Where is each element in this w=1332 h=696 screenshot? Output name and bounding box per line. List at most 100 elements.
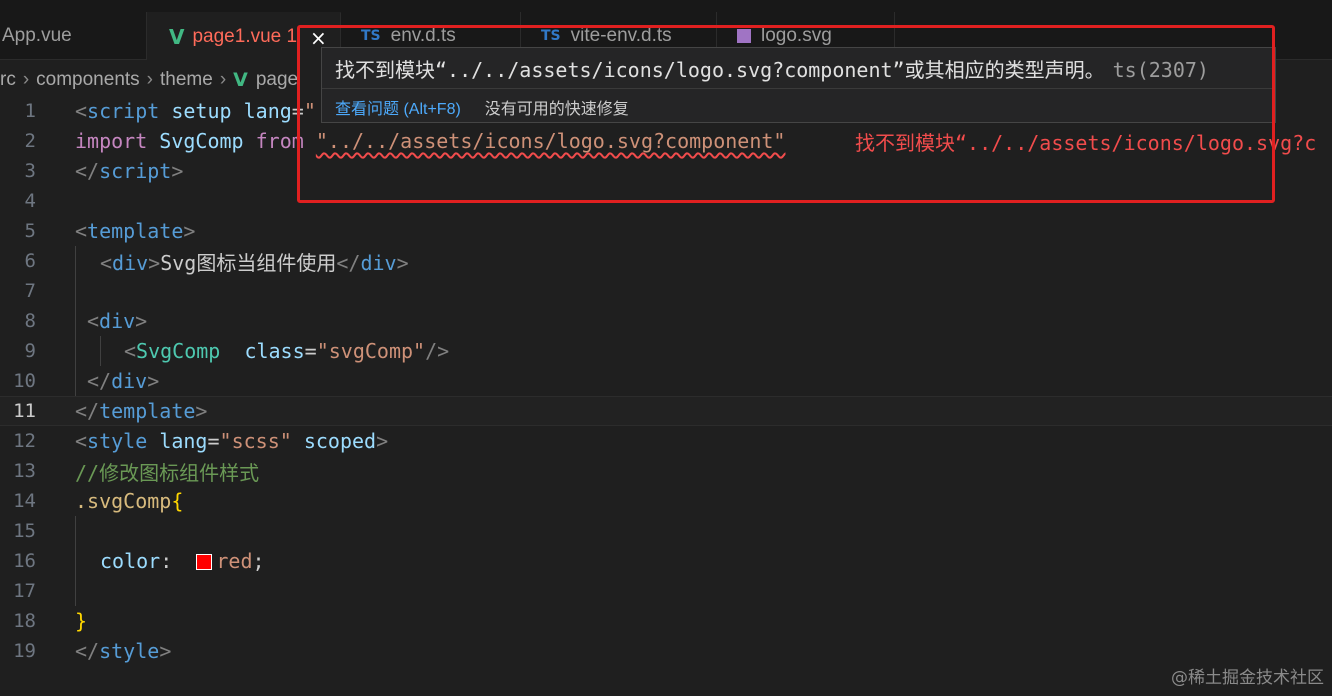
token: Svg图标当组件使用	[160, 250, 337, 275]
line-number: 11	[13, 400, 36, 422]
token: SvgComp	[136, 339, 221, 363]
breadcrumb-item[interactable]: rc	[0, 69, 16, 91]
token: class	[244, 339, 305, 363]
token: lang	[243, 99, 292, 123]
token: style	[99, 639, 160, 663]
code-line-7: 7	[0, 276, 1332, 306]
vue-file-icon: V	[233, 69, 248, 91]
line-number: 8	[24, 310, 36, 332]
token: template	[99, 399, 196, 423]
token: >	[147, 369, 160, 393]
code-line-11: 11 </template>	[0, 396, 1332, 426]
token: div	[112, 250, 149, 275]
line-number: 18	[13, 610, 36, 632]
token: style	[87, 429, 148, 453]
vue-file-icon: V	[169, 24, 185, 49]
line-number: 4	[24, 190, 36, 212]
token: =	[207, 429, 220, 453]
token: >	[396, 250, 409, 275]
token: template	[87, 219, 184, 243]
token: <	[75, 429, 88, 453]
token: lang	[159, 429, 208, 453]
token: .svgComp	[75, 489, 172, 513]
token: >	[171, 159, 184, 183]
token: >	[376, 429, 389, 453]
line-number: 5	[24, 220, 36, 242]
token: >	[195, 399, 208, 423]
token: <	[87, 309, 100, 333]
token: :	[160, 549, 173, 573]
line-number: 16	[13, 550, 36, 572]
line-number: 19	[13, 640, 36, 662]
chevron-right-icon: ›	[22, 69, 30, 90]
code-line-8: 8 <div>	[0, 306, 1332, 336]
token: //修改图标组件样式	[75, 460, 260, 485]
token: ;	[252, 549, 265, 573]
line-number: 9	[24, 340, 36, 362]
line-number: 3	[24, 160, 36, 182]
token: "scss"	[219, 429, 292, 453]
code-line-13: 13 //修改图标组件样式	[0, 456, 1332, 486]
token: <	[75, 219, 88, 243]
breadcrumb-item[interactable]: theme	[160, 69, 213, 91]
code-line-18: 18 }	[0, 606, 1332, 636]
code-line-16: 16 color: red;	[0, 546, 1332, 576]
tab-label: App.vue	[2, 25, 72, 46]
code-line-14: 14 .svgComp{	[0, 486, 1332, 516]
token: "svgComp"	[316, 339, 426, 363]
token: >	[148, 250, 161, 275]
token: script	[87, 99, 160, 123]
line-number: 2	[24, 130, 36, 152]
token: </	[87, 369, 112, 393]
tab-app-vue[interactable]: V App.vue	[0, 12, 147, 60]
tab-label: page1.vue 1	[192, 25, 298, 47]
token: setup	[171, 99, 232, 123]
code-line-17: 17	[0, 576, 1332, 606]
code-line-9: 9 <SvgComp class="svgComp"/>	[0, 336, 1332, 366]
code-line-10: 10 </div>	[0, 366, 1332, 396]
line-number: 13	[13, 460, 36, 482]
line-number: 6	[24, 250, 36, 272]
line-number: 17	[13, 580, 36, 602]
token: color	[100, 549, 161, 573]
token: red	[216, 549, 253, 573]
token: />	[425, 339, 450, 363]
breadcrumb-item[interactable]: components	[36, 69, 140, 91]
token: >	[159, 639, 172, 663]
token: </	[75, 639, 100, 663]
line-number: 14	[13, 490, 36, 512]
token: >	[183, 219, 196, 243]
token: import	[75, 129, 148, 153]
token: </	[336, 250, 361, 275]
color-swatch-icon[interactable]	[196, 554, 213, 570]
code-line-5: 5 <template>	[0, 216, 1332, 246]
token: scoped	[303, 429, 377, 453]
token: <	[75, 99, 88, 123]
token: div	[99, 309, 136, 333]
chevron-right-icon: ›	[219, 69, 227, 90]
line-number: 7	[24, 280, 36, 302]
token: div	[111, 369, 148, 393]
line-number: 1	[24, 100, 36, 122]
token: =	[304, 339, 317, 363]
breadcrumb: rc › components › theme › V page	[0, 62, 298, 98]
annotation-highlight-box	[297, 25, 1275, 203]
token: >	[135, 309, 148, 333]
token: <	[124, 339, 137, 363]
code-line-15: 15	[0, 516, 1332, 546]
code-line-6: 6 <div>Svg图标当组件使用</div>	[0, 246, 1332, 276]
watermark: @稀土掘金技术社区	[1171, 668, 1324, 688]
token: {	[171, 489, 184, 513]
code-line-12: 12 <style lang="scss" scoped>	[0, 426, 1332, 456]
breadcrumb-item[interactable]: page	[256, 69, 298, 91]
line-number: 15	[13, 520, 36, 542]
token: script	[99, 159, 172, 183]
token: div	[360, 250, 397, 275]
chevron-right-icon: ›	[146, 69, 153, 90]
token: </	[75, 159, 100, 183]
line-number: 10	[13, 370, 36, 392]
token: <	[100, 250, 113, 275]
token: SvgComp	[159, 129, 244, 153]
line-number: 12	[13, 430, 36, 452]
code-line-19: 19 </style>	[0, 636, 1332, 666]
